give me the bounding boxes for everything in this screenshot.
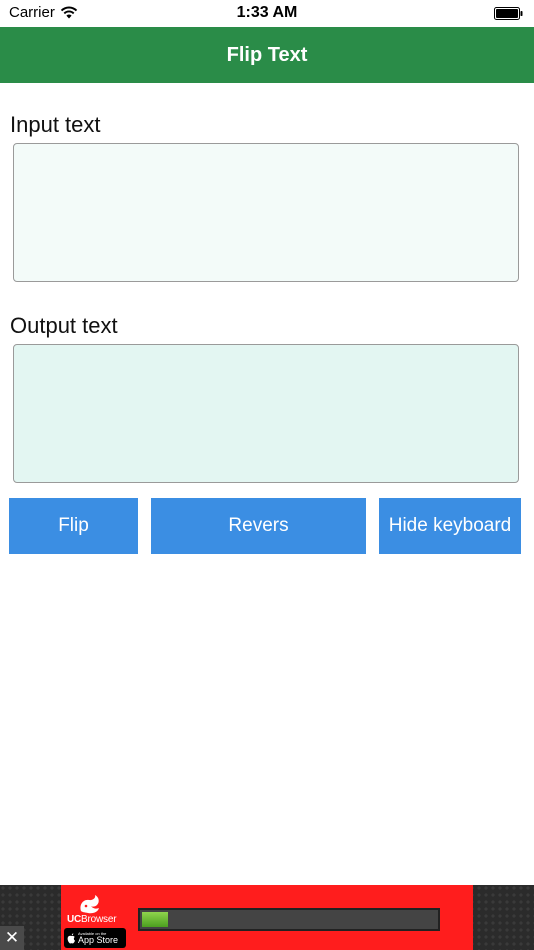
- input-text-label: Input text: [10, 112, 101, 137]
- app-store-badge[interactable]: Available on the App Store: [64, 928, 126, 948]
- close-icon[interactable]: ✕: [0, 926, 24, 950]
- flip-button[interactable]: Flip: [9, 498, 138, 554]
- output-text-field[interactable]: [13, 344, 519, 483]
- status-bar: Carrier 1:33 AM: [0, 0, 534, 27]
- battery-icon: [494, 7, 523, 20]
- page-title: Flip Text: [226, 43, 308, 66]
- badge-text: Available on the App Store: [78, 931, 119, 945]
- ad-banner: ✕ UCBrowser Available on the App Store: [0, 885, 534, 950]
- navigation-bar: Flip Text: [0, 27, 534, 83]
- uc-squirrel-icon: [80, 895, 99, 914]
- status-time: 1:33 AM: [236, 4, 298, 21]
- ad-creative[interactable]: UCBrowser Available on the App Store: [61, 885, 473, 950]
- uc-brand-right: Browser: [81, 914, 117, 925]
- output-text-label: Output text: [10, 313, 118, 338]
- ad-progress-bar: [138, 908, 440, 931]
- input-text-field[interactable]: [13, 143, 519, 282]
- badge-big-text: App Store: [78, 934, 119, 945]
- hide-keyboard-button[interactable]: Hide keyboard: [379, 498, 521, 554]
- revers-button[interactable]: Revers: [151, 498, 366, 554]
- ad-progress-fill: [142, 912, 168, 927]
- apple-icon: [67, 932, 75, 943]
- uc-brand-left: UC: [67, 914, 82, 925]
- uc-browser-brand: UCBrowser: [67, 914, 117, 925]
